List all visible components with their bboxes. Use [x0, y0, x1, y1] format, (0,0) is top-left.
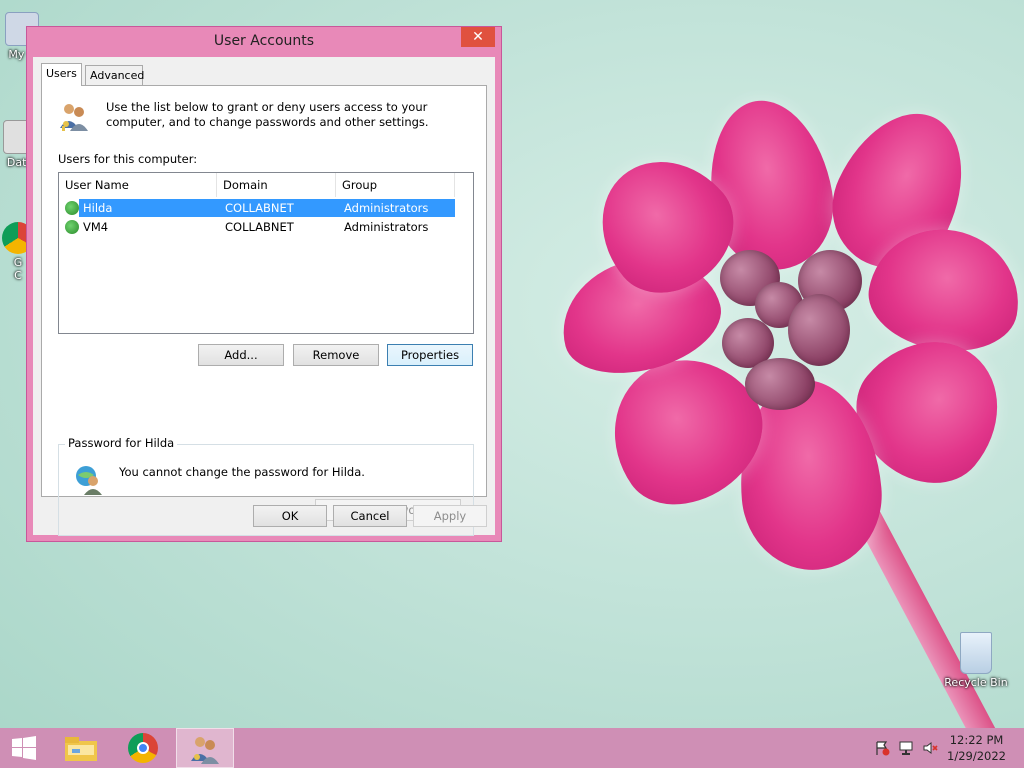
- user-accounts-icon: [191, 737, 219, 764]
- cell-group: Administrators: [344, 220, 429, 234]
- taskbar: 12:22 PM 1/29/2022: [0, 728, 1024, 768]
- apply-button[interactable]: Apply: [413, 505, 487, 527]
- properties-button[interactable]: Properties: [387, 344, 473, 366]
- tab-advanced[interactable]: Advanced: [85, 65, 145, 85]
- clock-date: 1/29/2022: [947, 749, 1006, 763]
- column-domain[interactable]: Domain: [217, 173, 336, 197]
- recycle-bin-icon: [960, 632, 992, 674]
- ok-button[interactable]: OK: [253, 505, 327, 527]
- intro-text: Use the list below to grant or deny user…: [106, 100, 429, 129]
- close-button[interactable]: ✕: [461, 27, 495, 47]
- desktop-icon-label: G C: [13, 256, 23, 282]
- remove-button[interactable]: Remove: [293, 344, 379, 366]
- column-group[interactable]: Group: [336, 173, 455, 197]
- tab-users[interactable]: Users: [41, 63, 82, 86]
- desktop-icon-label: Recycle Bin: [944, 676, 1008, 689]
- cell-domain: COLLABNET: [225, 201, 294, 215]
- user-icon: [65, 201, 79, 215]
- users-for-computer-label: Users for this computer:: [58, 152, 198, 166]
- cell-user: Hilda: [83, 201, 113, 215]
- cancel-button[interactable]: Cancel: [333, 505, 407, 527]
- cell-group: Administrators: [344, 201, 429, 215]
- dialog-client-area: Users Advanced Use the list below to gra…: [33, 57, 495, 536]
- taskbar-chrome[interactable]: [114, 728, 172, 768]
- clock[interactable]: 12:22 PM 1/29/2022: [947, 732, 1006, 764]
- tab-label: Advanced: [90, 69, 145, 82]
- chrome-icon: [128, 733, 158, 763]
- action-center-flag-icon[interactable]: [874, 740, 890, 756]
- add-button[interactable]: Add...: [198, 344, 284, 366]
- tab-label: Users: [46, 67, 77, 80]
- users-icon: [60, 104, 88, 131]
- network-icon[interactable]: [898, 740, 914, 756]
- user-icon: [76, 466, 102, 495]
- close-icon: ✕: [472, 29, 484, 45]
- taskbar-file-explorer[interactable]: [52, 728, 110, 768]
- volume-muted-icon[interactable]: [922, 740, 938, 756]
- table-row[interactable]: VM4 COLLABNET Administrators: [63, 218, 457, 236]
- file-explorer-icon: [65, 737, 97, 761]
- taskbar-user-accounts[interactable]: [176, 728, 234, 768]
- password-message: You cannot change the password for Hilda…: [119, 465, 365, 479]
- desktop-icon-recycle-bin[interactable]: Recycle Bin: [944, 632, 1008, 689]
- cell-user: VM4: [83, 220, 109, 234]
- start-button[interactable]: [0, 728, 58, 768]
- table-row-selected[interactable]: Hilda COLLABNET Administrators: [79, 199, 455, 217]
- users-list-header: User Name Domain Group: [59, 173, 455, 197]
- windows-start-icon: [12, 736, 36, 760]
- users-list[interactable]: User Name Domain Group Hilda COLLABNET A…: [58, 172, 474, 334]
- password-group-title: Password for Hilda: [65, 436, 178, 450]
- cell-domain: COLLABNET: [225, 220, 294, 234]
- user-icon: [65, 220, 79, 234]
- dialog-title: User Accounts: [213, 33, 315, 49]
- user-accounts-dialog: User Accounts ✕ Users Advanced Use the l…: [26, 26, 502, 542]
- clock-time: 12:22 PM: [949, 733, 1004, 747]
- column-user-name[interactable]: User Name: [59, 173, 217, 197]
- users-tab-panel: Use the list below to grant or deny user…: [41, 85, 487, 536]
